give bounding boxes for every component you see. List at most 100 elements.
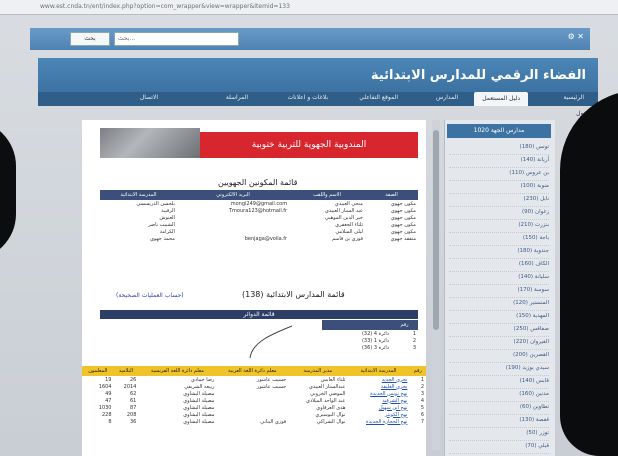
table-cell: عبد الواحد الميلادي xyxy=(306,397,346,404)
circles-table: رقم 1 دائرة 4 (32) 2 دائرة 1 (33) 3 دائرة 3 (… xyxy=(322,320,418,351)
table-cell: مصيلة البشاوي xyxy=(183,404,215,411)
table-cell: 49 xyxy=(105,390,112,397)
address-bar[interactable]: www.est.cnda.tn/ent/index.php?option=com… xyxy=(0,0,618,15)
table-cell: حسيب عاشور xyxy=(256,376,287,383)
sidebar-item[interactable]: سوسة (170) xyxy=(449,287,549,298)
nav-item-4[interactable]: بلاغات و اعلانات xyxy=(287,94,328,101)
sidebar-item[interactable]: جندوبة (180) xyxy=(449,248,549,259)
sidebar-item[interactable]: المهدية (150) xyxy=(449,313,549,324)
table-cell[interactable]: نهج تونس الجديدة xyxy=(347,390,409,397)
sidebar-item[interactable]: المنستير (120) xyxy=(449,300,549,311)
table-cell xyxy=(216,397,288,404)
table-cell[interactable]: نهج ابن سهيل xyxy=(347,404,409,411)
screen: www.est.cnda.tn/ent/index.php?option=com… xyxy=(0,0,618,456)
table-cell xyxy=(177,221,289,228)
table-cell: الموصي الخروبي xyxy=(310,390,346,397)
schools-header: معلم دائرة اللغة العربية xyxy=(216,366,289,376)
table-cell: الرقيبة xyxy=(161,207,175,214)
sidebar-item[interactable]: قبلي (70) xyxy=(449,443,549,454)
sidebar-item[interactable]: باجة (150) xyxy=(449,235,549,246)
table-cell[interactable]: نهج الكونتر xyxy=(347,411,409,418)
table-cell[interactable]: benjaga@voila.fr xyxy=(177,235,289,242)
table-cell[interactable]: mongi249@gmail.com xyxy=(177,200,289,207)
table-cell: 36 xyxy=(130,418,137,425)
table-cell: 4 xyxy=(420,397,424,404)
table-cell: مصيلة البشاوي xyxy=(183,390,215,397)
scrollbar-thumb[interactable] xyxy=(433,130,439,330)
sidebar-item[interactable]: قابس (140) xyxy=(449,378,549,389)
table-cell[interactable]: نهج الحجارة الجديدة xyxy=(347,418,409,425)
schools-header: التلاميذ xyxy=(113,366,139,376)
sidebar-head[interactable]: مدارس الجهة 1020 xyxy=(447,124,551,138)
table-cell: 62 xyxy=(130,390,137,397)
table-cell: مكون جهوي xyxy=(390,200,416,207)
trainers-header: المدرسة الابتدائية xyxy=(100,190,177,200)
scrollbar[interactable] xyxy=(432,120,440,450)
sidebar-item[interactable]: الكاف (160) xyxy=(449,261,549,272)
sidebar-item[interactable]: أريانة (140) xyxy=(449,157,549,168)
sidebar-item[interactable]: القيروان (220) xyxy=(449,339,549,350)
nav-item-3[interactable]: الموقع التفاعلي xyxy=(359,94,398,101)
nav-item-0[interactable]: الرئيسية xyxy=(563,94,584,101)
table-cell: 228 xyxy=(101,411,112,418)
document-page: المندوبية الجهوية للتربية ختوبية قائمة ا… xyxy=(82,120,426,456)
sidebar-item[interactable]: صفاقس (250) xyxy=(449,326,549,337)
sidebar-item[interactable]: تطاوين (60) xyxy=(449,404,549,415)
sidebar-item[interactable]: سيدي بوزيد (190) xyxy=(449,365,549,376)
table-cell: العنوش xyxy=(159,214,175,221)
table-row: 3 نهج تونس الجديدة الموصي الخروبي مصيلة الب… xyxy=(82,390,426,397)
nav-item-1[interactable]: دليل المستعمل xyxy=(474,92,528,106)
table-row: 4 نهج الشرقية عبد الواحد الميلادي مصيلة الب… xyxy=(82,397,426,404)
search-button[interactable]: بحث xyxy=(70,32,110,46)
table-cell: رضا حمادي xyxy=(190,376,215,383)
sidebar-item[interactable]: تونس (180) xyxy=(449,144,549,155)
table-cell: هدى العرفاوي xyxy=(316,404,346,411)
table-cell: حسيب عاشور xyxy=(256,383,287,390)
table-cell: عبد الستار العبيدي xyxy=(324,207,363,214)
search-input[interactable]: بحث... xyxy=(114,32,239,46)
circle-row: 3 دائرة 3 (36) xyxy=(322,344,418,351)
schools-operations-link[interactable]: (حساب العمليات الصحيحة) xyxy=(116,292,184,299)
table-cell[interactable]: Tmoura123@hotmail.fr xyxy=(177,207,289,214)
schools-table: رقم المدرسة الابتدائية مدير المدرسة معلم دا… xyxy=(82,366,426,425)
table-row: 6 نهج الكونتر نوال البوسيري مصيلة البشاوي 20… xyxy=(82,411,426,418)
top-search-strip: بحث بحث... ⚙ ✕ xyxy=(30,28,590,50)
sidebar-item[interactable]: بن عروس (110) xyxy=(449,170,549,181)
banner-image xyxy=(100,128,200,158)
sidebar-item[interactable]: زغوان (90) xyxy=(449,209,549,220)
sidebar-item[interactable]: القصرين (200) xyxy=(449,352,549,363)
table-cell: فوزي بن قاسم xyxy=(331,235,363,242)
table-cell: متفقد جهوي xyxy=(390,235,416,242)
table-cell: 1030 xyxy=(98,404,112,411)
schools-header: المدرسة الابتدائية xyxy=(347,366,410,376)
nav-item-2[interactable]: المدارس xyxy=(436,94,458,101)
table-cell: 5 xyxy=(420,404,424,411)
sidebar-item[interactable]: سليانة (140) xyxy=(449,274,549,285)
circle-link[interactable]: دائرة 3 (36) xyxy=(322,344,391,351)
url-text[interactable]: www.est.cnda.tn/ent/index.php?option=com… xyxy=(40,3,290,10)
sidebar-item[interactable]: قفصة (130) xyxy=(449,417,549,428)
regions-sidebar: مدارس الجهة 1020 تونس (180) أريانة (140) ب… xyxy=(444,120,555,456)
trainers-table: الصفة الاسم واللقب البريد الالكتروني المدرس… xyxy=(100,190,418,242)
schools-header: رقم xyxy=(409,366,426,376)
nav-item-5[interactable]: المراسلة xyxy=(226,94,248,101)
table-cell: 26 xyxy=(130,376,137,383)
sidebar-item[interactable]: منوبة (100) xyxy=(449,183,549,194)
table-cell[interactable]: نهج الشرقية xyxy=(347,397,409,404)
circle-link[interactable]: دائرة 1 (33) xyxy=(322,337,391,344)
table-cell xyxy=(216,411,288,418)
table-cell: 7 xyxy=(420,418,424,425)
table-cell xyxy=(216,404,288,411)
table-cell: 19 xyxy=(105,376,112,383)
table-cell: ربيعة الشريفي xyxy=(184,383,215,390)
sidebar-item[interactable]: نابل (230) xyxy=(449,196,549,207)
sidebar-item[interactable]: توزر (50) xyxy=(449,430,549,441)
table-cell[interactable]: بحري الجديد xyxy=(347,376,409,383)
circle-link[interactable]: دائرة 4 (32) xyxy=(322,330,391,337)
settings-icon[interactable]: ⚙ ✕ xyxy=(568,32,584,41)
table-cell: الشبيب ناصر xyxy=(148,221,175,228)
sidebar-item[interactable]: مدنين (160) xyxy=(449,391,549,402)
nav-item-6[interactable]: الاتصال xyxy=(140,94,158,101)
table-cell[interactable]: بحري العليقة xyxy=(347,383,409,390)
sidebar-item[interactable]: بنزرت (210) xyxy=(449,222,549,233)
